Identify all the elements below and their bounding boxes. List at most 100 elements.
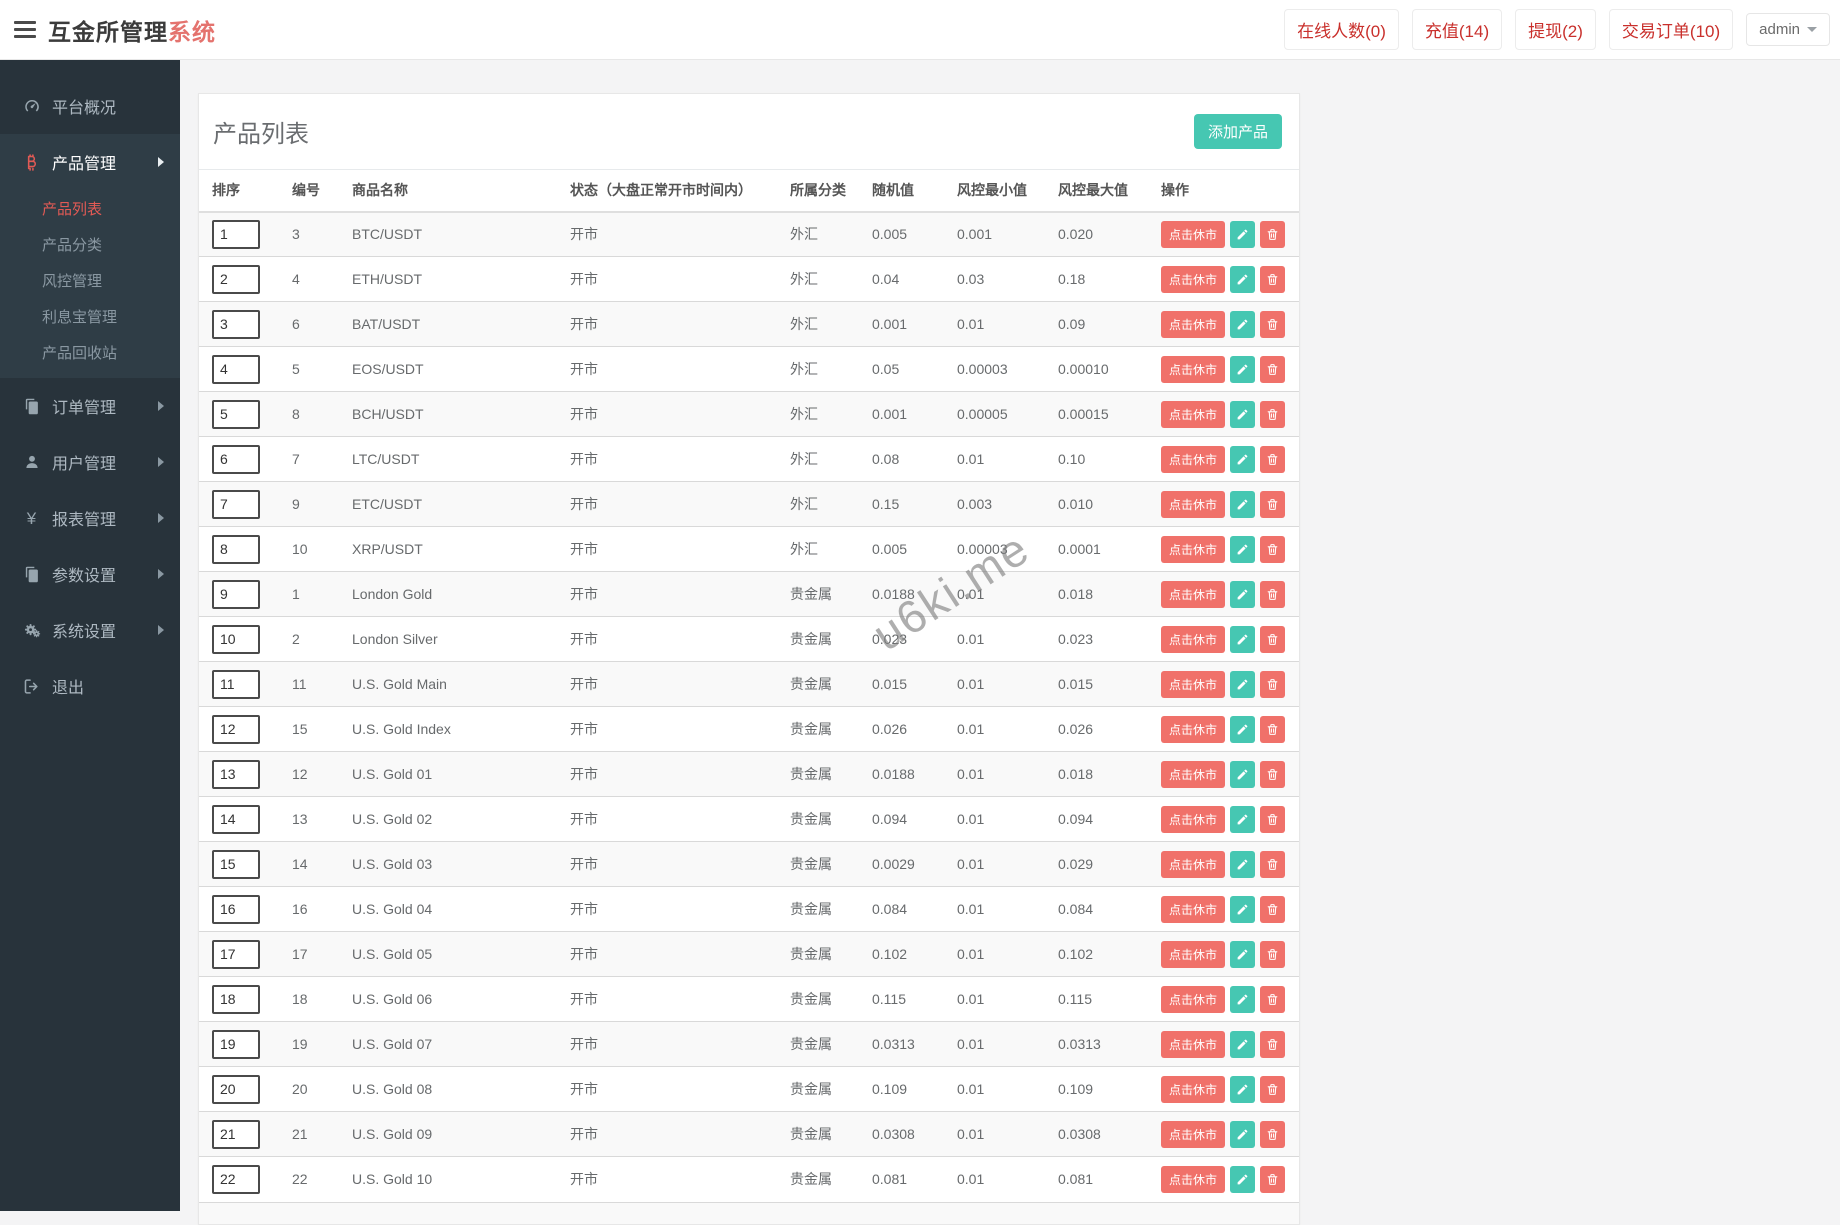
sidebar-item-risk-management[interactable]: 风控管理 bbox=[0, 262, 180, 298]
edit-button[interactable] bbox=[1230, 400, 1256, 428]
edit-button[interactable] bbox=[1230, 1030, 1256, 1058]
sidebar-item-user-management[interactable]: 用户管理 bbox=[0, 434, 180, 490]
close-market-button[interactable]: 点击休市 bbox=[1161, 760, 1226, 788]
delete-button[interactable] bbox=[1260, 1075, 1286, 1103]
sort-input[interactable] bbox=[212, 1164, 260, 1194]
edit-button[interactable] bbox=[1230, 355, 1256, 383]
edit-button[interactable] bbox=[1230, 220, 1256, 248]
sort-input[interactable] bbox=[212, 669, 260, 699]
sidebar-item-product-category[interactable]: 产品分类 bbox=[0, 226, 180, 262]
edit-button[interactable] bbox=[1230, 535, 1256, 563]
edit-button[interactable] bbox=[1230, 1165, 1256, 1193]
delete-button[interactable] bbox=[1260, 850, 1286, 878]
edit-button[interactable] bbox=[1230, 580, 1256, 608]
sort-input[interactable] bbox=[212, 624, 260, 654]
sidebar-item-product-list[interactable]: 产品列表 bbox=[0, 190, 180, 226]
delete-button[interactable] bbox=[1260, 670, 1286, 698]
close-market-button[interactable]: 点击休市 bbox=[1161, 940, 1226, 968]
sort-input[interactable] bbox=[212, 1074, 260, 1104]
close-market-button[interactable]: 点击休市 bbox=[1161, 400, 1226, 428]
sort-input[interactable] bbox=[212, 939, 260, 969]
close-market-button[interactable]: 点击休市 bbox=[1161, 1075, 1226, 1103]
delete-button[interactable] bbox=[1260, 400, 1286, 428]
edit-button[interactable] bbox=[1230, 670, 1256, 698]
sort-input[interactable] bbox=[212, 579, 260, 609]
delete-button[interactable] bbox=[1260, 1165, 1286, 1193]
close-market-button[interactable]: 点击休市 bbox=[1161, 670, 1226, 698]
close-market-button[interactable]: 点击休市 bbox=[1161, 715, 1226, 743]
delete-button[interactable] bbox=[1260, 625, 1286, 653]
sidebar-item-product-recycle[interactable]: 产品回收站 bbox=[0, 334, 180, 370]
sort-input[interactable] bbox=[212, 534, 260, 564]
sort-input[interactable] bbox=[212, 849, 260, 879]
delete-button[interactable] bbox=[1260, 445, 1286, 473]
menu-toggle-icon[interactable] bbox=[2, 0, 48, 60]
delete-button[interactable] bbox=[1260, 940, 1286, 968]
sidebar-item-interest-management[interactable]: 利息宝管理 bbox=[0, 298, 180, 334]
trade-orders-button[interactable]: 交易订单(10) bbox=[1608, 9, 1734, 50]
edit-button[interactable] bbox=[1230, 760, 1256, 788]
edit-button[interactable] bbox=[1230, 850, 1256, 878]
online-users-button[interactable]: 在线人数(0) bbox=[1284, 9, 1399, 50]
edit-button[interactable] bbox=[1230, 1075, 1256, 1103]
sort-input[interactable] bbox=[212, 399, 260, 429]
recharge-button[interactable]: 充值(14) bbox=[1411, 9, 1503, 50]
admin-dropdown[interactable]: admin bbox=[1746, 13, 1830, 46]
delete-button[interactable] bbox=[1260, 1030, 1286, 1058]
delete-button[interactable] bbox=[1260, 310, 1286, 338]
withdraw-button[interactable]: 提现(2) bbox=[1515, 9, 1596, 50]
edit-button[interactable] bbox=[1230, 985, 1256, 1013]
close-market-button[interactable]: 点击休市 bbox=[1161, 850, 1226, 878]
sidebar-item-report-management[interactable]: ¥ 报表管理 bbox=[0, 490, 180, 546]
edit-button[interactable] bbox=[1230, 805, 1256, 833]
sort-input[interactable] bbox=[212, 894, 260, 924]
close-market-button[interactable]: 点击休市 bbox=[1161, 310, 1226, 338]
sort-input[interactable] bbox=[212, 354, 260, 384]
sidebar-item-system-settings[interactable]: 系统设置 bbox=[0, 602, 180, 658]
edit-button[interactable] bbox=[1230, 895, 1256, 923]
close-market-button[interactable]: 点击休市 bbox=[1161, 895, 1226, 923]
close-market-button[interactable]: 点击休市 bbox=[1161, 265, 1226, 293]
sort-input[interactable] bbox=[212, 309, 260, 339]
sort-input[interactable] bbox=[212, 444, 260, 474]
sidebar-item-parameter-settings[interactable]: 参数设置 bbox=[0, 546, 180, 602]
edit-button[interactable] bbox=[1230, 940, 1256, 968]
delete-button[interactable] bbox=[1260, 1120, 1286, 1148]
close-market-button[interactable]: 点击休市 bbox=[1161, 1120, 1226, 1148]
edit-button[interactable] bbox=[1230, 1120, 1256, 1148]
delete-button[interactable] bbox=[1260, 805, 1286, 833]
close-market-button[interactable]: 点击休市 bbox=[1161, 805, 1226, 833]
edit-button[interactable] bbox=[1230, 445, 1256, 473]
sort-input[interactable] bbox=[212, 264, 260, 294]
close-market-button[interactable]: 点击休市 bbox=[1161, 625, 1226, 653]
edit-button[interactable] bbox=[1230, 490, 1256, 518]
sidebar-item-order-management[interactable]: 订单管理 bbox=[0, 378, 180, 434]
sort-input[interactable] bbox=[212, 759, 260, 789]
sort-input[interactable] bbox=[212, 714, 260, 744]
close-market-button[interactable]: 点击休市 bbox=[1161, 535, 1226, 563]
edit-button[interactable] bbox=[1230, 715, 1256, 743]
sort-input[interactable] bbox=[212, 1029, 260, 1059]
delete-button[interactable] bbox=[1260, 985, 1286, 1013]
sidebar-item-product-management[interactable]: 产品管理 bbox=[0, 134, 180, 190]
sort-input[interactable] bbox=[212, 219, 260, 249]
sort-input[interactable] bbox=[212, 804, 260, 834]
sidebar-item-logout[interactable]: 退出 bbox=[0, 658, 180, 714]
delete-button[interactable] bbox=[1260, 580, 1286, 608]
delete-button[interactable] bbox=[1260, 535, 1286, 563]
close-market-button[interactable]: 点击休市 bbox=[1161, 355, 1226, 383]
close-market-button[interactable]: 点击休市 bbox=[1161, 490, 1226, 518]
sort-input[interactable] bbox=[212, 1119, 260, 1149]
delete-button[interactable] bbox=[1260, 265, 1286, 293]
edit-button[interactable] bbox=[1230, 265, 1256, 293]
edit-button[interactable] bbox=[1230, 310, 1256, 338]
add-product-button[interactable]: 添加产品 bbox=[1193, 114, 1282, 149]
close-market-button[interactable]: 点击休市 bbox=[1161, 580, 1226, 608]
delete-button[interactable] bbox=[1260, 895, 1286, 923]
close-market-button[interactable]: 点击休市 bbox=[1161, 220, 1226, 248]
close-market-button[interactable]: 点击休市 bbox=[1161, 1030, 1226, 1058]
delete-button[interactable] bbox=[1260, 760, 1286, 788]
delete-button[interactable] bbox=[1260, 715, 1286, 743]
edit-button[interactable] bbox=[1230, 625, 1256, 653]
delete-button[interactable] bbox=[1260, 490, 1286, 518]
